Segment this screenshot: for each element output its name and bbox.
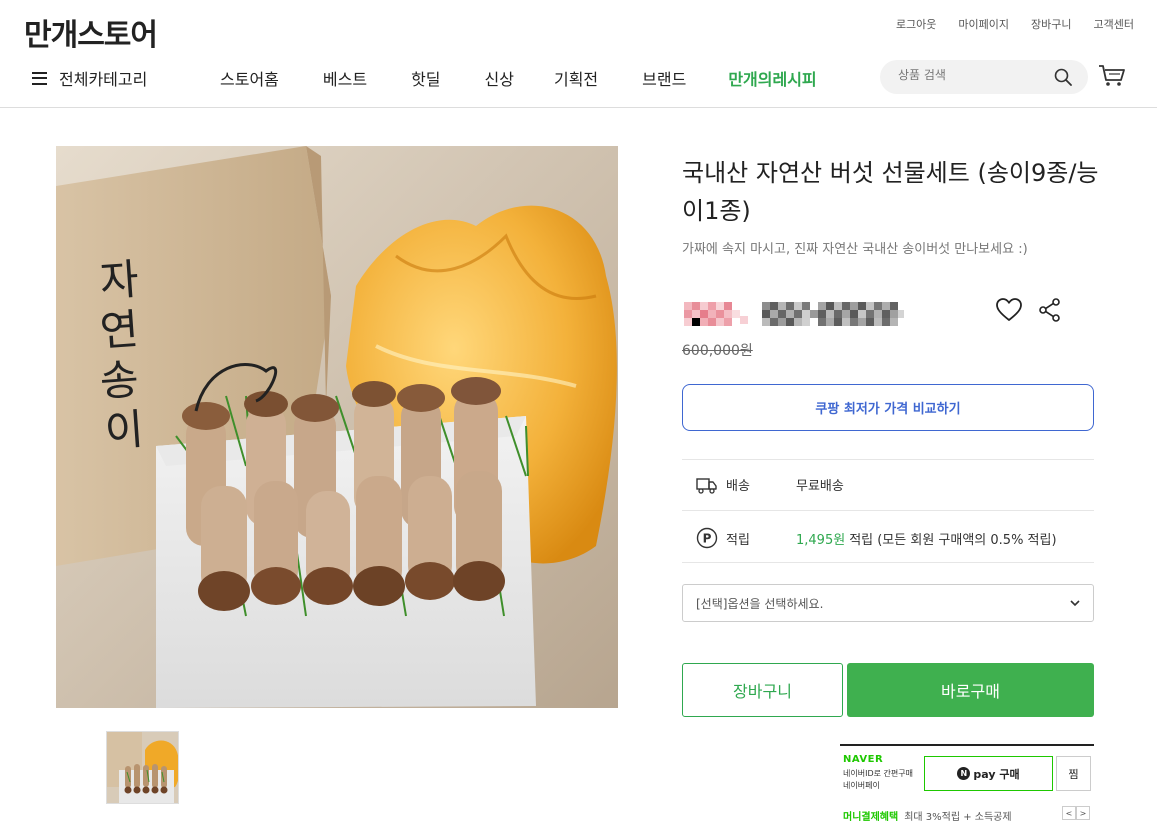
naver-pay-desc: 네이버ID로 간편구매 네이버페이	[843, 768, 913, 792]
product-subtitle: 가짜에 속지 마시고, 진짜 자연산 국내산 송이버섯 만나보세요 :)	[682, 242, 1028, 257]
customer-center-link[interactable]: 고객센터	[1094, 16, 1134, 32]
share-icon[interactable]	[1038, 298, 1062, 322]
shipping-row: 배송 무료배송	[696, 475, 844, 494]
naver-n-icon: N	[957, 767, 971, 780]
logout-link[interactable]: 로그아웃	[896, 16, 936, 32]
naver-pay-desc-line1: 네이버ID로 간편구매	[843, 769, 913, 778]
main-nav: 전체카테고리 스토어홈 베스트 핫딜 신상 기획전 브랜드 만개의레시피	[0, 58, 1157, 108]
add-to-cart-button[interactable]: 장바구니	[682, 663, 843, 717]
hamburger-icon	[32, 71, 47, 85]
price-compare-button[interactable]: 쿠팡 최저가 가격 비교하기	[682, 384, 1094, 431]
product-thumbnail[interactable]	[106, 731, 179, 804]
naver-benefit-text: 최대 3%적립 + 소득공제	[904, 812, 1012, 823]
naver-pay-desc-line2: 네이버페이	[843, 781, 880, 790]
points-amount: 1,495원	[796, 532, 846, 548]
naver-pay-button[interactable]: N pay 구매	[924, 756, 1053, 791]
shipping-label: 배송	[726, 479, 750, 494]
nav-menu: 스토어홈 베스트 핫딜 신상 기획전 브랜드 만개의레시피	[220, 66, 817, 90]
option-select[interactable]: [선택]옵션을 선택하세요.	[682, 584, 1094, 622]
search-icon[interactable]	[1054, 68, 1072, 86]
search-input[interactable]	[898, 68, 1048, 82]
naver-benefit: 머니결제혜택 최대 3%적립 + 소득공제	[843, 808, 1012, 823]
all-categories-label: 전체카테고리	[59, 70, 148, 89]
points-label: 적립	[726, 532, 750, 548]
nav-recipe[interactable]: 만개의레시피	[728, 66, 816, 90]
all-categories-button[interactable]: 전체카테고리	[32, 66, 147, 90]
cart-link[interactable]: 장바구니	[1031, 16, 1071, 32]
nav-new[interactable]: 신상	[485, 66, 514, 90]
next-arrow-icon[interactable]: >	[1076, 806, 1090, 820]
box-calligraphy-2: 연	[98, 304, 140, 356]
discount-rate-pixelated	[682, 298, 750, 330]
prev-arrow-icon[interactable]: <	[1062, 806, 1076, 820]
cart-icon[interactable]	[1098, 64, 1126, 88]
divider	[682, 562, 1094, 563]
truck-icon	[696, 477, 717, 494]
heart-icon[interactable]	[996, 298, 1022, 322]
nav-best[interactable]: 베스트	[323, 66, 367, 90]
utility-links: 로그아웃 마이페이지 장바구니 고객센터	[896, 16, 1134, 32]
product-main-image[interactable]: 자 연 송 이	[56, 146, 618, 708]
box-calligraphy-3: 송	[98, 354, 140, 406]
naver-benefit-arrows: < >	[1062, 806, 1090, 820]
naver-pay-box: NAVER 네이버ID로 간편구매 네이버페이 N pay 구매 찜 머니결제혜…	[840, 744, 1094, 828]
nav-promotions[interactable]: 기획전	[554, 66, 598, 90]
store-logo[interactable]: 만개스토어	[24, 10, 158, 54]
nav-store-home[interactable]: 스토어홈	[220, 66, 279, 90]
naver-brand: NAVER	[843, 754, 884, 765]
nav-brand[interactable]: 브랜드	[642, 66, 686, 90]
svg-text:P: P	[703, 532, 712, 546]
option-select-placeholder: [선택]옵션을 선택하세요.	[696, 596, 824, 611]
search-box	[880, 60, 1088, 94]
divider	[682, 510, 1094, 511]
divider	[682, 459, 1094, 460]
mypage-link[interactable]: 마이페이지	[958, 16, 1009, 32]
chevron-down-icon	[1070, 600, 1080, 607]
buy-now-button[interactable]: 바로구매	[847, 663, 1094, 717]
box-calligraphy-4: 이	[103, 404, 145, 456]
naver-benefit-label: 머니결제혜택	[843, 812, 899, 823]
points-icon: P	[696, 527, 718, 549]
box-calligraphy-1: 자	[98, 254, 140, 306]
sale-price-pixelated	[762, 298, 904, 330]
nav-hotdeal[interactable]: 핫딜	[411, 66, 440, 90]
points-text: 적립 (모든 회원 구매액의 0.5% 적립)	[849, 532, 1057, 548]
product-title: 국내산 자연산 버섯 선물세트 (송이9종/능이1종)	[682, 159, 1099, 225]
naver-pay-button-label: pay 구매	[973, 767, 1020, 781]
shipping-value: 무료배송	[796, 479, 844, 494]
naver-zzim-button[interactable]: 찜	[1056, 756, 1091, 791]
points-row: P 적립 1,495원 적립 (모든 회원 구매액의 0.5% 적립)	[696, 527, 1057, 549]
original-price: 600,000원	[682, 343, 753, 359]
